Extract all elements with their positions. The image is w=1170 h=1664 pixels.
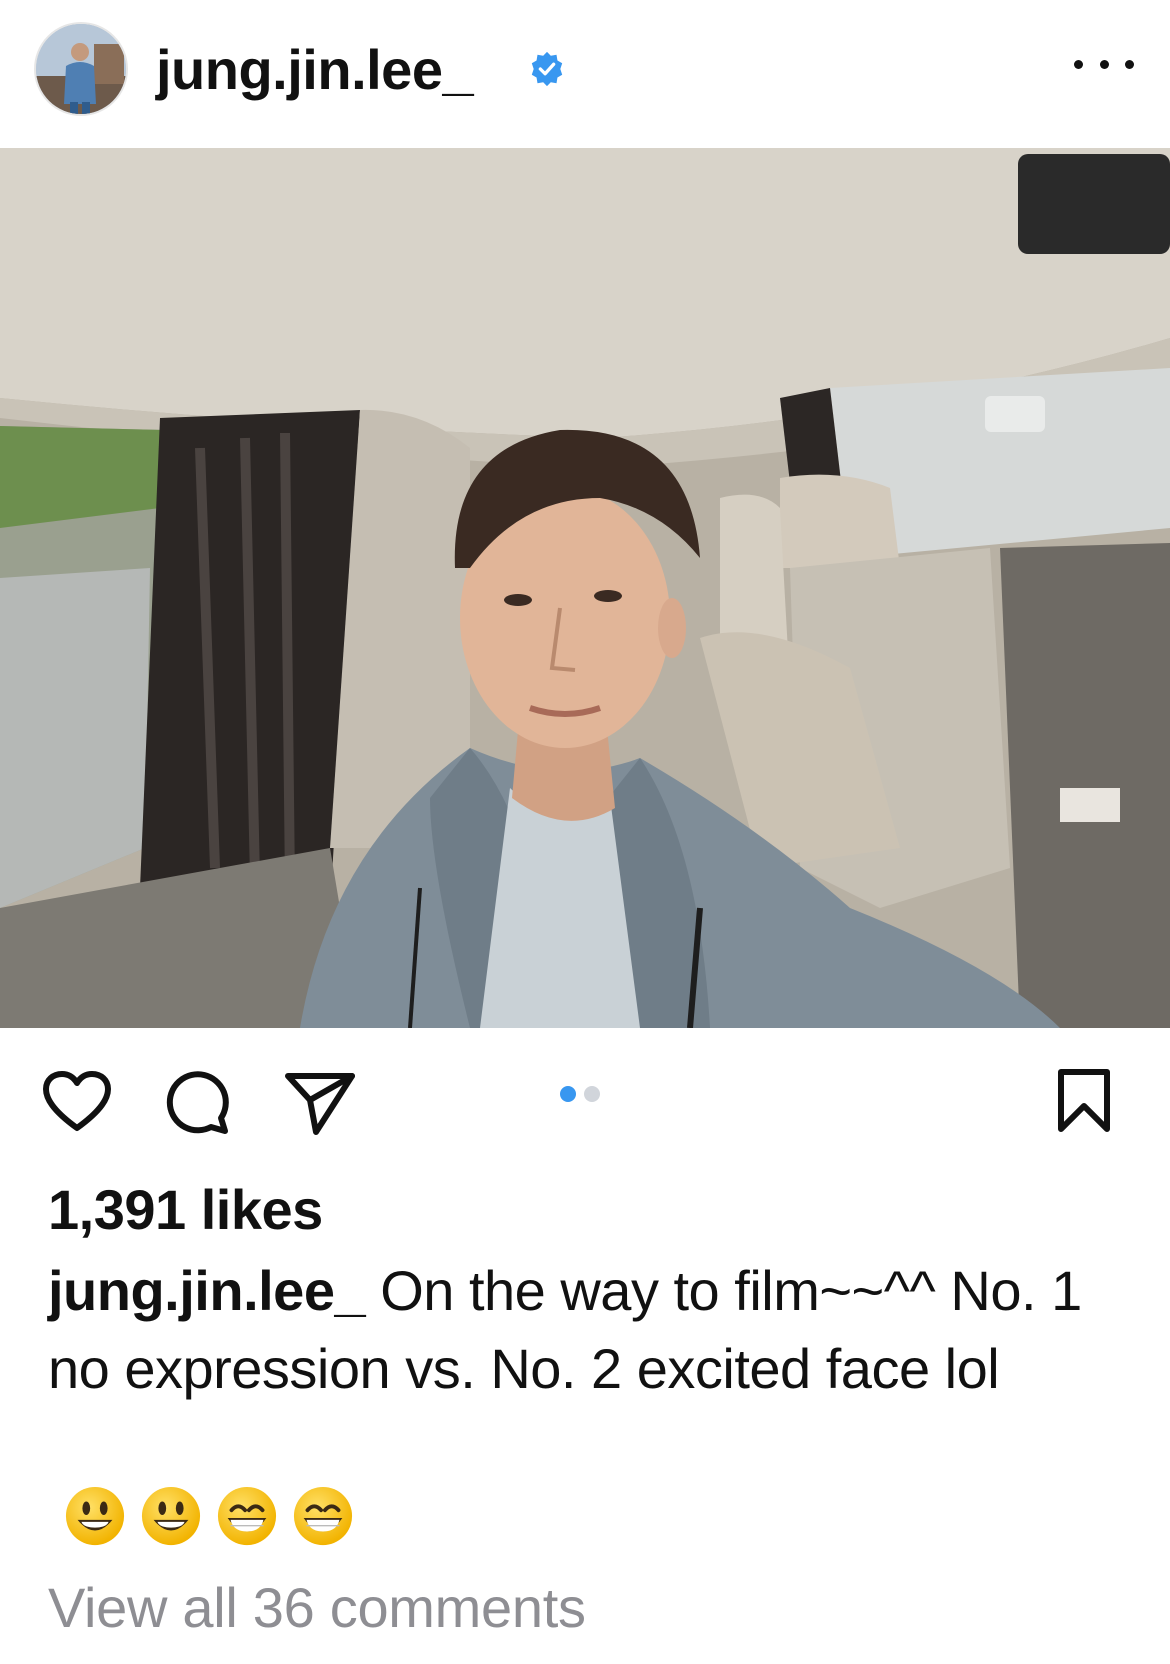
post-username[interactable]: jung.jin.lee_ [156,38,474,102]
avatar[interactable] [34,22,128,116]
avatar-image [36,24,126,114]
grinning-squint-eyes-icon [293,1486,353,1546]
post-photo-illustration [0,148,1170,1028]
carousel-indicator [560,1086,600,1102]
caption-emojis [64,1485,354,1549]
more-dot [1099,59,1109,69]
post-caption: jung.jin.lee_ On the way to film~~^^ No.… [48,1252,1128,1408]
more-options-icon[interactable] [1074,44,1134,84]
carousel-dot [584,1086,600,1102]
grinning-squint-eyes-icon [217,1486,277,1546]
bookmark-icon[interactable] [1056,1068,1112,1134]
likes-count[interactable]: 1,391 likes [48,1175,323,1245]
smiley-open-mouth-icon [141,1486,201,1546]
post-image[interactable] [0,148,1170,1028]
more-dot [1125,59,1134,69]
instagram-post: jung.jin.lee_ 1,391 likes jung.jin.lee_ … [0,0,1170,1664]
caption-username[interactable]: jung.jin.lee_ [48,1259,366,1322]
view-comments-link[interactable]: View all 36 comments [48,1573,586,1643]
comment-bubble-icon[interactable] [165,1070,231,1136]
carousel-dot-active [560,1086,576,1102]
more-dot [1074,59,1083,69]
paper-plane-icon[interactable] [284,1070,356,1136]
heart-icon[interactable] [42,1070,112,1134]
verified-badge-icon [531,51,563,87]
smiley-open-mouth-icon [65,1486,125,1546]
post-header: jung.jin.lee_ [0,0,1170,148]
